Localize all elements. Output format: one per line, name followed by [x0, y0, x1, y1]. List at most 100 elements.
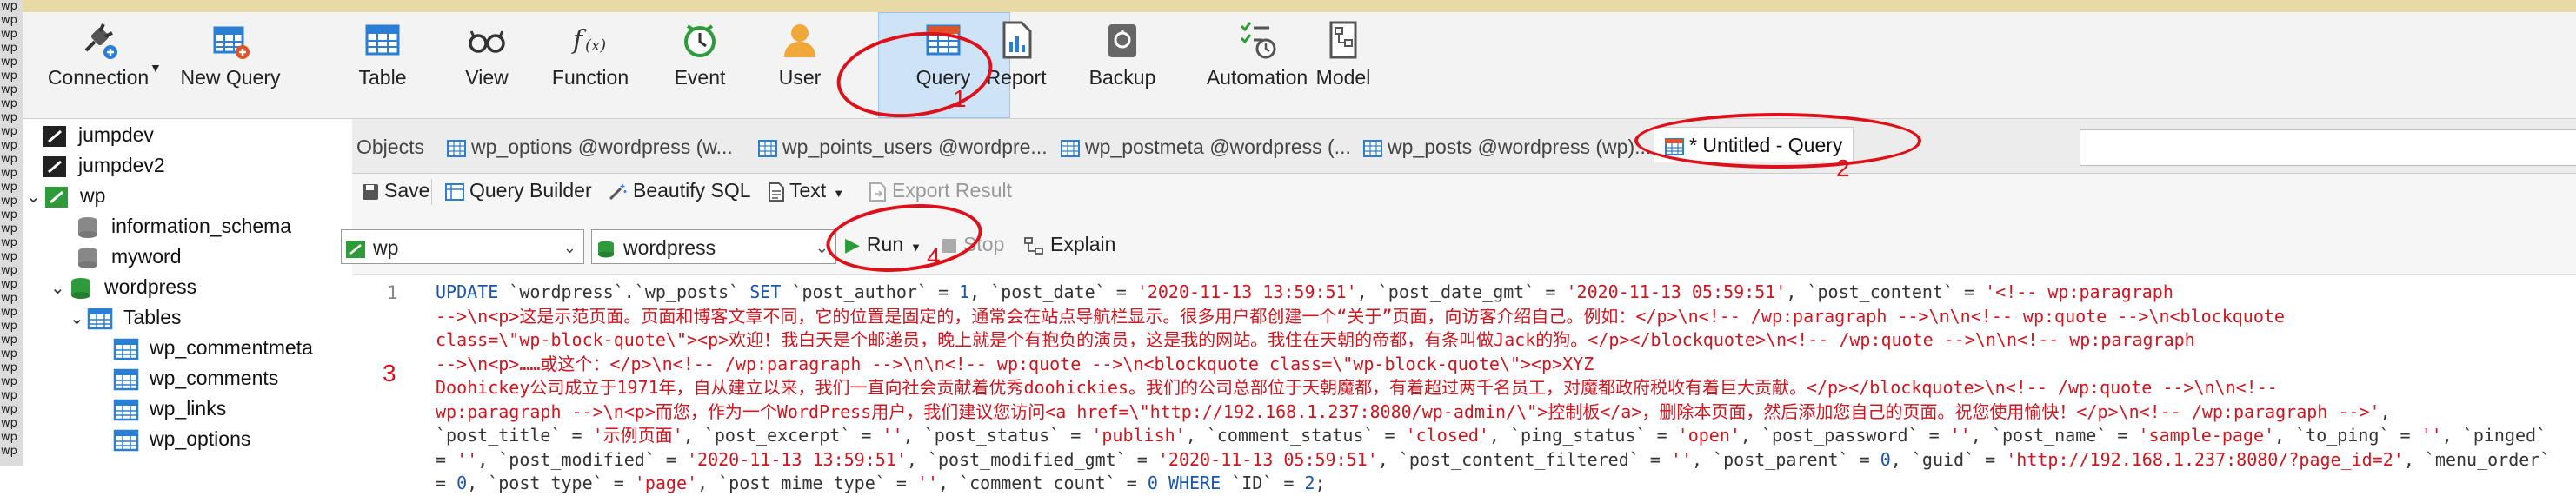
- gutter-label: wp: [1, 153, 17, 166]
- gutter-label: wp: [1, 334, 17, 347]
- export-result-button[interactable]: Export Result: [869, 175, 1012, 205]
- code-token: 2: [1304, 473, 1315, 493]
- backup-button[interactable]: Backup: [1083, 19, 1162, 89]
- code-token: , `post_date_gmt` =: [1356, 281, 1567, 302]
- beautify-sql-button[interactable]: Beautify SQL: [609, 175, 751, 205]
- view-button[interactable]: View: [452, 19, 522, 89]
- code-token: 'closed': [1405, 425, 1489, 446]
- gutter-label: wp: [1, 111, 17, 124]
- explain-label: Explain: [1050, 233, 1116, 255]
- table-icon: [113, 399, 139, 421]
- backup-icon: [1108, 24, 1136, 57]
- code-token: 0: [456, 473, 468, 493]
- gutter-label: wp: [1, 389, 17, 402]
- table-button[interactable]: Table: [348, 19, 417, 89]
- code-token: UPDATE: [436, 281, 509, 302]
- view-label: View: [465, 66, 509, 89]
- connection-button[interactable]: Connection: [42, 19, 155, 89]
- table-icon: [1363, 139, 1382, 157]
- user-button[interactable]: User: [765, 19, 835, 89]
- function-button[interactable]: f (x) Function: [542, 19, 638, 89]
- chevron-down-icon[interactable]: ⌄: [50, 277, 68, 299]
- chevron-down-icon: ▼: [833, 187, 845, 200]
- new-query-label: New Query: [180, 66, 281, 89]
- event-button[interactable]: Event: [661, 19, 739, 89]
- annotation-number-1: 1: [953, 85, 967, 112]
- tree-item-wp-comments[interactable]: wp_comments: [113, 367, 278, 392]
- tab-label: wp_postmeta @wordpress (...: [1085, 136, 1351, 158]
- sql-code[interactable]: UPDATE `wordpress`.`wp_posts` SET `post_…: [436, 281, 2566, 496]
- tree-item-jumpdev[interactable]: jumpdev: [42, 123, 154, 149]
- code-token: =: [436, 473, 457, 493]
- table-icon: [113, 338, 139, 360]
- code-line: class=\"wp-block-quote\"><p>欢迎！我白天是个邮递员，…: [436, 328, 2566, 353]
- tree-item-wp[interactable]: ⌄ wp: [26, 184, 105, 209]
- code-token: Doohickey公司成立于1971年，自从建立以来，我们一直向社会贡献着优秀d…: [436, 377, 2278, 398]
- gutter-label: wp: [1, 14, 17, 27]
- title-strip: [23, 0, 2576, 12]
- code-line: -->\n<p>这是示范页面。页面和博客文章不同，它的位置是固定的，通常会在站点…: [436, 305, 2566, 329]
- model-button[interactable]: Model: [1304, 19, 1382, 89]
- tree-item-wp-commentmeta[interactable]: wp_commentmeta: [113, 336, 313, 361]
- automation-button[interactable]: Automation: [1196, 19, 1318, 89]
- gutter-label: wp: [1, 97, 17, 110]
- connection-active-icon: [346, 240, 365, 258]
- tree-item-wordpress[interactable]: ⌄ wordpress: [50, 275, 196, 301]
- tree-item-wp-options[interactable]: wp_options: [113, 427, 250, 453]
- gutter-label: wp: [1, 0, 17, 13]
- code-token: 0: [1147, 473, 1158, 493]
- search-input[interactable]: [2080, 129, 2576, 166]
- gutter-label: wp: [1, 167, 17, 180]
- glasses-icon: [469, 30, 505, 53]
- sql-editor[interactable]: 1 UPDATE `wordpress`.`wp_posts` SET `pos…: [352, 275, 2576, 493]
- code-token: `post_author` =: [791, 281, 960, 302]
- code-token: , `pinged`: [2441, 425, 2547, 446]
- chevron-down-icon[interactable]: ⌄: [26, 186, 43, 208]
- code-token: WHERE: [1168, 473, 1232, 493]
- database-icon: [78, 247, 97, 268]
- gutter-label: wp: [1, 347, 17, 360]
- code-token: '2020-11-13 05:59:51': [1157, 448, 1378, 470]
- code-token: `wordpress`.`wp_posts`: [509, 281, 750, 302]
- text-format-button[interactable]: Text ▼: [769, 175, 844, 208]
- code-token: SET: [749, 281, 792, 302]
- tree-item-jumpdev2[interactable]: jumpdev2: [42, 154, 165, 179]
- code-token: , `post_status` =: [902, 425, 1092, 446]
- new-query-button[interactable]: New Query: [170, 19, 290, 89]
- gutter-label: wp: [1, 320, 17, 333]
- tree-item-wp-links[interactable]: wp_links: [113, 397, 226, 422]
- tab-wp-points-users[interactable]: wp_points_users @wordpre...: [758, 129, 1048, 164]
- tab-wp-options[interactable]: wp_options @wordpress (w...: [447, 129, 733, 164]
- save-button[interactable]: Save: [362, 175, 429, 205]
- code-token: '': [1949, 425, 1971, 446]
- tree-label: wp_comments: [150, 367, 279, 389]
- code-token: , `post_mime_type` =: [697, 473, 917, 493]
- tree-label: jumpdev2: [78, 154, 165, 176]
- database-select[interactable]: wordpress ⌄: [591, 229, 836, 264]
- gutter-label: wp: [1, 417, 17, 430]
- explain-button[interactable]: Explain: [1024, 229, 1115, 259]
- connection-select[interactable]: wp ⌄: [341, 229, 584, 264]
- table-icon: [1061, 139, 1080, 157]
- tree-item-myword[interactable]: myword: [75, 245, 182, 270]
- connection-label: Connection: [47, 66, 150, 89]
- tab-objects[interactable]: Objects: [356, 129, 424, 164]
- code-token: 1: [959, 281, 970, 302]
- tab-wp-posts[interactable]: wp_posts @wordpress (wp)...: [1363, 129, 1651, 164]
- query-builder-label: Query Builder: [469, 179, 592, 202]
- gutter-label: wp: [1, 375, 17, 388]
- chevron-down-icon[interactable]: ⌄: [70, 308, 87, 329]
- tree-label: wp: [80, 184, 106, 207]
- chevron-down-icon: ⌄: [562, 239, 576, 256]
- code-token: '示例页面': [592, 425, 683, 446]
- query-builder-icon: [445, 182, 464, 201]
- table-icon: [365, 24, 400, 56]
- code-token: , `post_parent` =: [1692, 448, 1880, 470]
- tree-item-information-schema[interactable]: information_schema: [75, 215, 291, 240]
- gutter-label: wp: [1, 222, 17, 235]
- code-token: class=\"wp-block-quote\"><p>欢迎！我白天是个邮递员，…: [436, 329, 2195, 350]
- tab-wp-postmeta[interactable]: wp_postmeta @wordpress (...: [1061, 129, 1351, 164]
- connection-dropdown-icon[interactable]: ▼: [150, 61, 162, 75]
- query-builder-button[interactable]: Query Builder: [445, 175, 592, 205]
- tree-item-tables[interactable]: ⌄ Tables: [70, 306, 181, 331]
